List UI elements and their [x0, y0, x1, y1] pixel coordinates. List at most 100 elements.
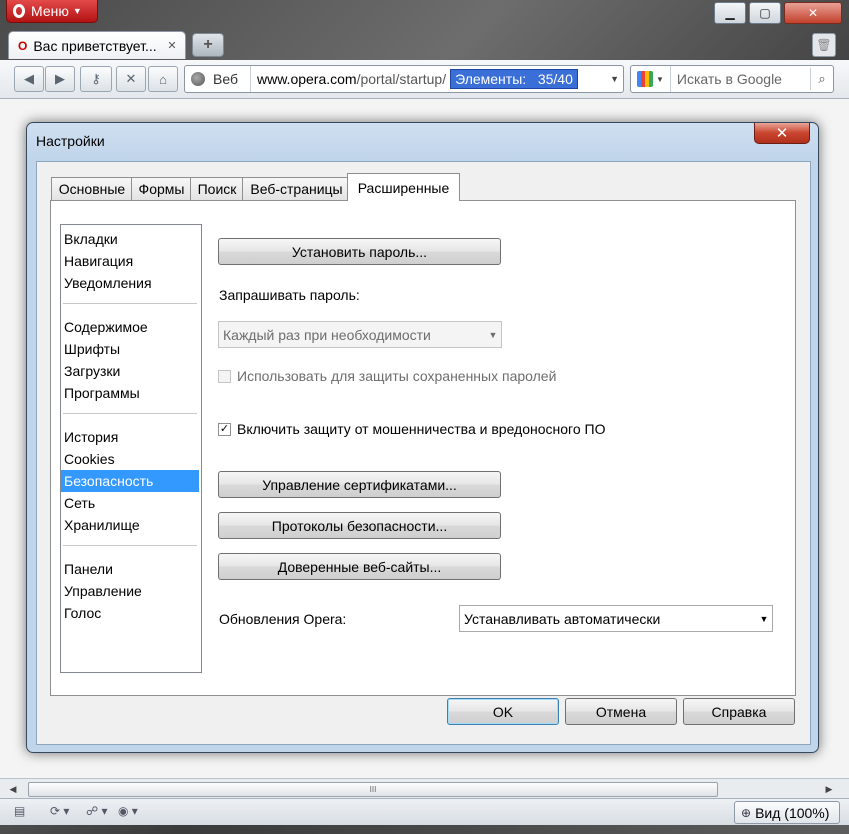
- url-path: /portal/startup/: [356, 71, 447, 87]
- help-button[interactable]: Справка: [683, 698, 795, 725]
- arrow-left-icon: ◀: [24, 71, 34, 86]
- search-box[interactable]: ▼ Искать в Google ⌕: [630, 65, 834, 93]
- maximize-button[interactable]: ▢: [749, 2, 781, 24]
- dialog-close-button[interactable]: ✕: [754, 123, 810, 144]
- tab-search[interactable]: Поиск: [190, 177, 244, 200]
- panel-toggle-icon[interactable]: ▤: [14, 804, 25, 818]
- key-icon: ⚷: [91, 71, 101, 86]
- security-protocols-button[interactable]: Протоколы безопасности...: [218, 512, 501, 539]
- opera-updates-label: Обновления Opera:: [219, 611, 347, 627]
- scrollbar-grip: III: [369, 785, 377, 794]
- ask-password-select[interactable]: Каждый раз при необходимости ▼: [218, 321, 502, 348]
- unite-icon[interactable]: ☍ ▾: [86, 804, 108, 818]
- tab-bar: O Вас приветствует... ✕ + 🗑: [0, 28, 849, 60]
- fraud-protection-checkbox[interactable]: ✓: [218, 423, 231, 436]
- dialog-title: Настройки: [36, 133, 105, 149]
- dialog-client: Основные Формы Поиск Веб-страницы Расшир…: [36, 161, 811, 745]
- scroll-right-icon[interactable]: ▶: [822, 782, 836, 796]
- stop-button[interactable]: ✕: [116, 66, 146, 92]
- turbo-icon[interactable]: ◉ ▾: [118, 804, 138, 818]
- address-dropdown-icon[interactable]: ▼: [610, 74, 619, 84]
- tab-webpages[interactable]: Веб-страницы: [242, 177, 351, 200]
- opera-updates-select[interactable]: Устанавливать автоматически ▼: [459, 605, 773, 632]
- category-cookies[interactable]: Cookies: [61, 448, 199, 470]
- globe-icon: [191, 72, 205, 86]
- category-programs[interactable]: Программы: [61, 382, 199, 404]
- minimize-button[interactable]: ▁: [714, 2, 746, 24]
- find-results: Элементы: 35/40: [450, 69, 578, 89]
- back-button[interactable]: ◀: [14, 66, 44, 92]
- scrollbar-thumb[interactable]: III: [28, 782, 718, 797]
- home-button[interactable]: ⌂: [148, 66, 178, 92]
- menu-label: Меню: [31, 3, 69, 19]
- chevron-down-icon: ▼: [488, 329, 498, 340]
- new-tab-button[interactable]: +: [192, 33, 224, 57]
- category-security[interactable]: Безопасность: [61, 470, 199, 492]
- use-for-saved-passwords-checkbox[interactable]: [218, 370, 231, 383]
- window-close-button[interactable]: ✕: [784, 2, 842, 24]
- category-content[interactable]: Содержимое: [61, 316, 199, 338]
- address-url[interactable]: www.opera.com/portal/startup/: [257, 71, 446, 87]
- browser-tab[interactable]: O Вас приветствует... ✕: [8, 31, 186, 59]
- ok-button[interactable]: OK: [447, 698, 559, 725]
- arrow-right-icon: ▶: [55, 71, 65, 86]
- find-label: Элементы:: [455, 71, 527, 87]
- address-bar[interactable]: Веб www.opera.com/portal/startup/ Элемен…: [184, 65, 624, 93]
- wand-button[interactable]: ⚷: [80, 66, 112, 92]
- category-fonts[interactable]: Шрифты: [61, 338, 199, 360]
- opera-logo-icon: [13, 4, 25, 18]
- category-separator: [63, 545, 197, 546]
- category-notifications[interactable]: Уведомления: [61, 272, 199, 294]
- opera-updates-value: Устанавливать автоматически: [464, 610, 661, 627]
- sync-icon[interactable]: ⟳ ▾: [50, 804, 69, 818]
- tab-title: Вас приветствует...: [33, 37, 157, 54]
- home-icon: ⌂: [159, 71, 167, 87]
- opera-menu-button[interactable]: Меню ▼: [6, 0, 98, 23]
- category-separator: [63, 303, 197, 304]
- category-downloads[interactable]: Загрузки: [61, 360, 199, 382]
- chevron-down-icon: ▼: [72, 6, 82, 16]
- search-icon[interactable]: ⌕: [810, 68, 833, 90]
- category-list[interactable]: Вкладки Навигация Уведомления Содержимое…: [60, 224, 202, 673]
- trash-icon[interactable]: 🗑: [812, 33, 836, 57]
- trusted-websites-button[interactable]: Доверенные веб-сайты...: [218, 553, 501, 580]
- category-toolbars[interactable]: Панели: [61, 558, 199, 580]
- horizontal-scrollbar[interactable]: ◀ III ▶: [0, 778, 849, 799]
- category-separator: [63, 413, 197, 414]
- tab-general[interactable]: Основные: [51, 177, 133, 200]
- search-engine-dropdown-icon[interactable]: ▼: [656, 75, 664, 84]
- cancel-button[interactable]: Отмена: [565, 698, 677, 725]
- scroll-left-icon[interactable]: ◀: [6, 782, 20, 796]
- tab-close-icon[interactable]: ✕: [165, 39, 179, 53]
- title-bar: Меню ▼ ▁ ▢ ✕: [0, 0, 849, 28]
- ask-password-value: Каждый раз при необходимости: [223, 326, 431, 343]
- status-bar: ▤ ⟳ ▾ ☍ ▾ ◉ ▾ ⊕ Вид (100%): [0, 798, 849, 825]
- tab-forms[interactable]: Формы: [131, 177, 192, 200]
- fraud-protection-label: Включить защиту от мошенничества и вредо…: [237, 421, 606, 437]
- set-password-button[interactable]: Установить пароль...: [218, 238, 501, 265]
- tab-advanced[interactable]: Расширенные: [347, 173, 460, 201]
- chevron-down-icon: ▼: [759, 613, 769, 624]
- category-voice[interactable]: Голос: [61, 602, 199, 624]
- stop-icon: ✕: [125, 71, 137, 86]
- zoom-label: Вид (100%): [755, 804, 830, 821]
- ask-password-label: Запрашивать пароль:: [219, 287, 360, 303]
- google-icon: [637, 71, 653, 87]
- checkmark-icon: ✓: [219, 423, 230, 435]
- manage-certificates-button[interactable]: Управление сертификатами...: [218, 471, 501, 498]
- category-shortcuts[interactable]: Управление: [61, 580, 199, 602]
- find-count: 35/40: [537, 71, 573, 87]
- zoom-button[interactable]: ⊕ Вид (100%): [734, 801, 840, 824]
- preferences-dialog: Настройки ✕ Основные Формы Поиск Веб-стр…: [26, 122, 819, 753]
- category-network[interactable]: Сеть: [61, 492, 199, 514]
- category-tabs[interactable]: Вкладки: [61, 228, 199, 250]
- category-navigation[interactable]: Навигация: [61, 250, 199, 272]
- zoom-icon: ⊕: [741, 805, 752, 820]
- search-input[interactable]: Искать в Google: [669, 66, 810, 92]
- advanced-panel: Вкладки Навигация Уведомления Содержимое…: [50, 200, 796, 696]
- forward-button[interactable]: ▶: [45, 66, 75, 92]
- close-icon: ✕: [775, 125, 789, 142]
- category-storage[interactable]: Хранилище: [61, 514, 199, 536]
- category-history[interactable]: История: [61, 426, 199, 448]
- address-mode-label: Веб: [213, 66, 251, 92]
